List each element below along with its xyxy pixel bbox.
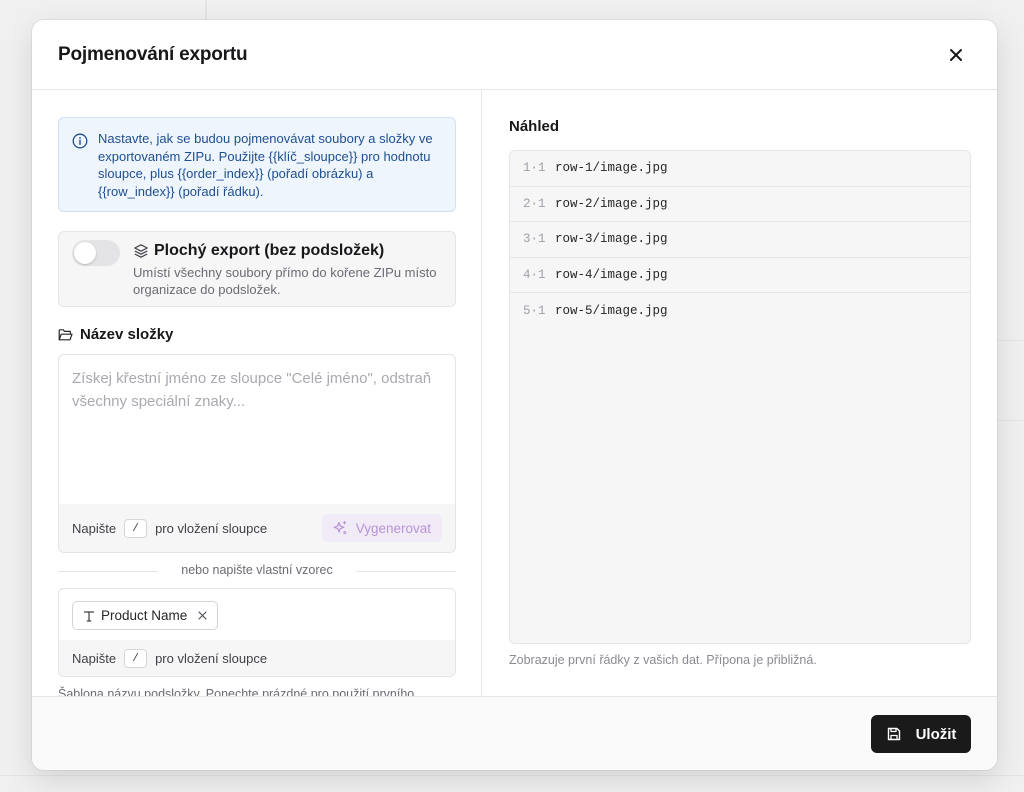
preview-line-number: 5·1 [523, 303, 546, 318]
close-icon [950, 49, 962, 61]
remove-chip-icon[interactable] [198, 611, 207, 620]
flat-export-description: Umístí všechny soubory přímo do kořene Z… [133, 265, 437, 297]
preview-note: Zobrazuje první řádky z vašich dat. Příp… [509, 653, 817, 667]
save-icon [887, 727, 900, 741]
toggle-knob [74, 242, 96, 264]
preview-label: Náhled [509, 118, 560, 135]
save-button[interactable]: Uložit [871, 715, 971, 753]
preview-row: 5·1 row-5/image.jpg [510, 293, 970, 329]
custom-pattern-editor[interactable]: Product Name Napište / pro vložení sloup… [58, 588, 456, 677]
flat-export-option: Plochý export (bez podsložek) Umístí vše… [58, 231, 456, 307]
column-insert-hint: Napište / pro vložení sloupce [72, 519, 267, 538]
dialog-body: Nastavte, jak se budou pojmenovávat soub… [32, 90, 997, 696]
preview-line-number: 4·1 [523, 267, 546, 282]
info-text: Nastavte, jak se budou pojmenovávat soub… [98, 131, 433, 199]
column-chip[interactable]: Product Name [72, 601, 219, 630]
preview-row: 1·1 row-1/image.jpg [510, 151, 970, 187]
slash-key: / [124, 649, 148, 668]
or-divider: nebo napište vlastní vzorec [58, 562, 456, 580]
dialog-footer: Uložit [32, 696, 997, 770]
sparkles-icon [333, 520, 346, 535]
folder-name-label-text: Název složky [80, 326, 174, 343]
preview-row: 4·1 row-4/image.jpg [510, 258, 970, 293]
dialog-title: Pojmenování exportu [58, 44, 248, 65]
preview-path: row-1/image.jpg [555, 161, 668, 176]
preview-path: row-4/image.jpg [555, 267, 668, 282]
preview-row: 2·1 row-2/image.jpg [510, 187, 970, 222]
generate-label: Vygenerovat [355, 520, 431, 536]
preview-list[interactable]: 1·1 row-1/image.jpg 2·1 row-2/image.jpg 3·1 r… [509, 150, 971, 644]
preview-path: row-2/image.jpg [555, 196, 668, 211]
folder-open-icon [58, 328, 73, 342]
slash-key: / [124, 519, 148, 538]
flat-export-title: Plochý export (bez podsložek) [154, 242, 385, 259]
preview-line-number: 3·1 [523, 232, 546, 247]
pattern-helper-text: Šablona názvu podsložky. Ponechte prázdn… [58, 687, 415, 696]
info-callout: Nastavte, jak se budou pojmenovávat soub… [58, 117, 456, 212]
layers-icon [133, 243, 149, 264]
preview-line-number: 1·1 [523, 161, 546, 176]
generate-button[interactable]: Vygenerovat [321, 514, 442, 542]
preview-path: row-5/image.jpg [555, 303, 668, 318]
folder-name-prompt: Napište / pro vložení sloupce Vygenerova… [58, 354, 456, 553]
hint-before: Napište [72, 651, 117, 666]
prompt-footer: Napište / pro vložení sloupce Vygenerova… [59, 504, 455, 552]
settings-panel[interactable]: Nastavte, jak se budou pojmenovávat soub… [32, 90, 482, 696]
export-naming-dialog: Pojmenování exportu Nastavte, jak se bud… [32, 20, 997, 770]
hint-before: Napište [72, 521, 117, 536]
preview-line-number: 2·1 [523, 196, 546, 211]
divider-text: nebo napište vlastní vzorec [181, 563, 333, 577]
info-icon [72, 133, 88, 154]
pattern-insert-hint: Napište / pro vložení sloupce [72, 649, 267, 668]
folder-name-prompt-input[interactable] [59, 355, 455, 505]
hint-after: pro vložení sloupce [155, 521, 268, 536]
save-label: Uložit [915, 725, 957, 743]
preview-panel: Náhled 1·1 row-1/image.jpg 2·1 row-2/image.… [483, 90, 997, 696]
pattern-footer: Napište / pro vložení sloupce [59, 640, 455, 676]
dialog-header: Pojmenování exportu [32, 20, 997, 90]
preview-row: 3·1 row-3/image.jpg [510, 222, 970, 258]
column-chip-label: Product Name [101, 608, 188, 623]
flat-export-toggle[interactable] [72, 240, 120, 266]
folder-name-label: Název složky [58, 326, 173, 343]
text-type-icon [83, 610, 95, 622]
hint-after: pro vložení sloupce [155, 651, 268, 666]
preview-path: row-3/image.jpg [555, 232, 668, 247]
close-button[interactable] [945, 44, 967, 66]
